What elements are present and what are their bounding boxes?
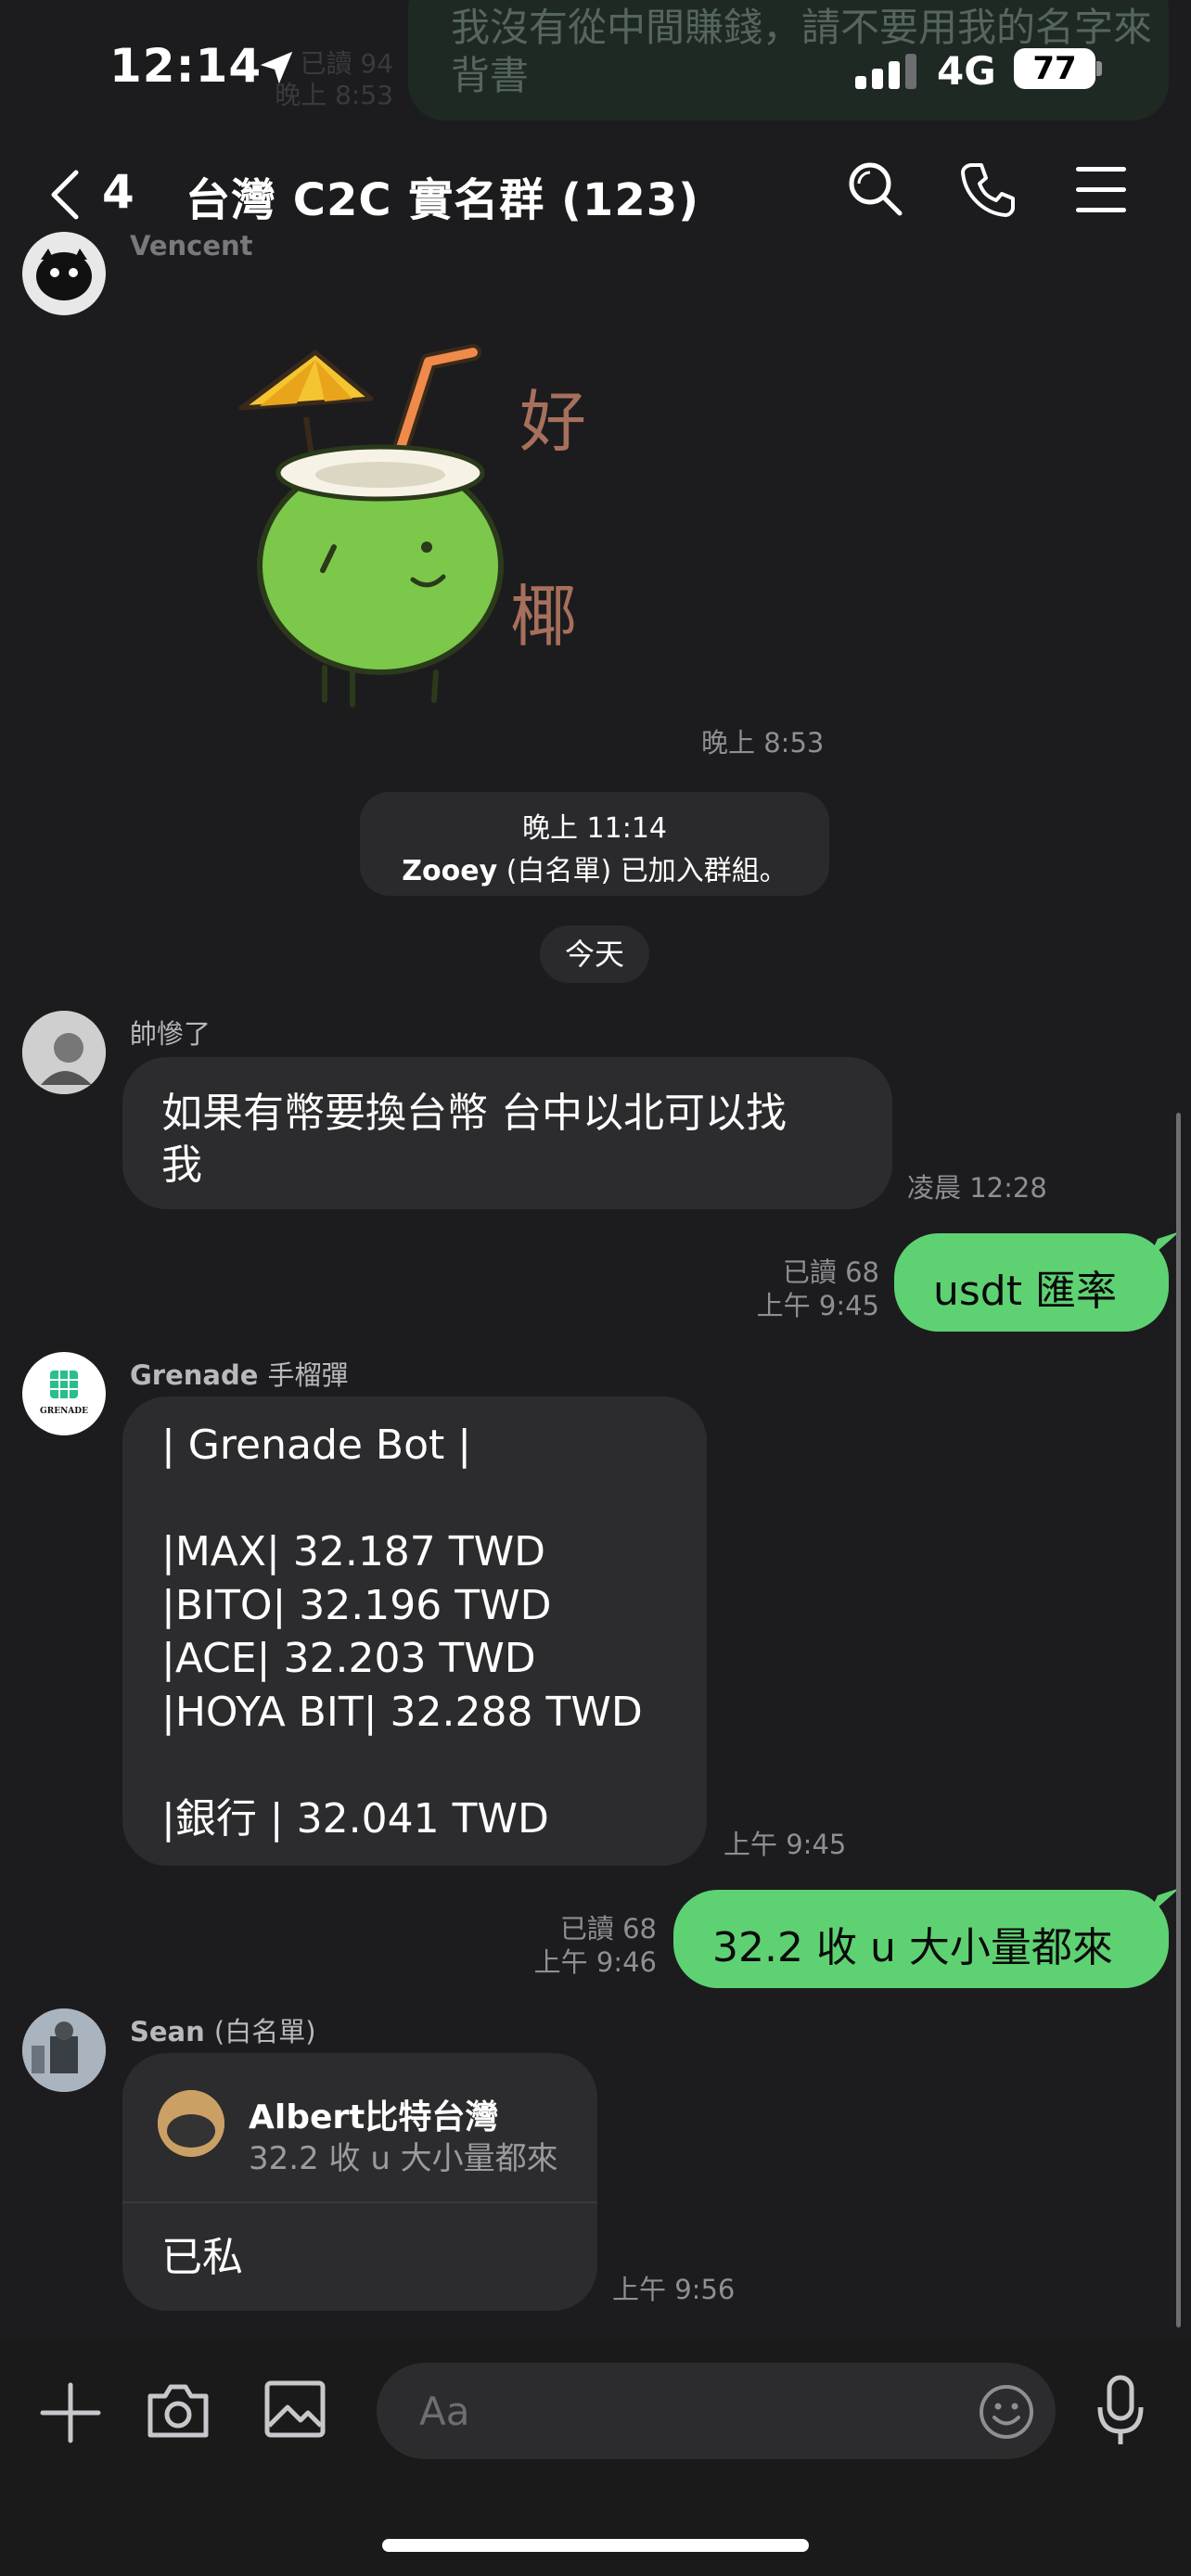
coconut-sticker[interactable]: 好 椰: [186, 334, 668, 723]
message-time: 上午 9:45: [724, 1829, 847, 1860]
message-text: usdt 匯率: [933, 1268, 1117, 1315]
message-time: 上午 9:56: [612, 2274, 736, 2305]
avatar[interactable]: [22, 2009, 106, 2092]
network-type: 4G: [937, 48, 996, 94]
reply-sender: Albert比特台灣: [249, 2098, 499, 2136]
battery-tip: [1096, 61, 1102, 76]
message-text: 32.2 收 u 大小量都來: [712, 1924, 1113, 1971]
bot-message-text: | Grenade Bot | |MAX| 32.187 TWD |BITO| …: [161, 1419, 643, 1845]
bot-line: [161, 1739, 643, 1792]
bubble-tail: [1148, 1888, 1180, 1916]
home-indicator[interactable]: [382, 2539, 809, 2552]
bot-line: [161, 1473, 643, 1526]
message-meta: 已讀 68 上午 9:45: [757, 1256, 879, 1322]
sender-name: 帥慘了: [130, 1018, 211, 1050]
message-text: 如果有幣要換台幣 台中以北可以找: [161, 1090, 787, 1137]
message-time: 晚上 8:53: [701, 727, 825, 759]
image-icon[interactable]: [262, 2376, 328, 2442]
reply-text: 32.2 收 u 大小量都來: [249, 2140, 558, 2177]
message-text: 我: [161, 1141, 202, 1189]
avatar[interactable]: [22, 1011, 106, 1094]
bot-line: |HOYA BIT| 32.288 TWD: [161, 1688, 643, 1736]
avatar: [158, 2090, 224, 2157]
microphone-icon[interactable]: [1095, 2374, 1146, 2448]
message-meta: 已讀 68 上午 9:46: [534, 1912, 657, 1979]
message-text: 已私: [161, 2234, 243, 2281]
read-status: 已讀 68: [559, 1913, 657, 1945]
system-user: Zooey: [402, 855, 498, 887]
message-bubble[interactable]: 如果有幣要換台幣 台中以北可以找 我: [122, 1057, 892, 1209]
message-time: 凌晨 12:28: [907, 1172, 1047, 1204]
unread-count[interactable]: 4: [102, 165, 134, 219]
system-user-tag: (白名單): [506, 855, 612, 887]
phone-icon[interactable]: [959, 159, 1018, 219]
status-time: 12:14: [109, 39, 263, 93]
sender-tag: 手榴彈: [267, 1359, 349, 1391]
bot-line: |ACE| 32.203 TWD: [161, 1635, 536, 1682]
system-message: 晚上 11:14 Zooey (白名單) 已加入群組。: [360, 792, 829, 896]
bot-line: | Grenade Bot |: [161, 1422, 472, 1469]
sender-name-text: Grenade: [130, 1359, 259, 1391]
plus-icon[interactable]: [37, 2379, 104, 2446]
bot-line: |BITO| 32.196 TWD: [161, 1581, 552, 1629]
scrollbar[interactable]: [1176, 1113, 1181, 2327]
avatar-label: GRENADE: [40, 1407, 88, 1416]
battery-icon: 77: [1014, 48, 1095, 89]
message-time: 上午 9:46: [533, 1946, 657, 1978]
sticker-text: 椰: [510, 578, 577, 656]
sender-name: Grenade 手榴彈: [130, 1354, 349, 1393]
sender-name: Sean (白名單): [130, 2010, 316, 2049]
emoji-icon[interactable]: [978, 2383, 1035, 2441]
cellular-signal-icon: [855, 52, 920, 89]
message-bubble[interactable]: Albert比特台灣 32.2 收 u 大小量都來 已私: [122, 2053, 597, 2311]
chat-title[interactable]: 台灣 C2C 實名群 (123): [186, 163, 699, 228]
bubble-tail: [1148, 1231, 1180, 1259]
sender-name: Vencent: [130, 230, 253, 261]
avatar[interactable]: GRENADE: [22, 1352, 106, 1435]
message-bubble[interactable]: | Grenade Bot | |MAX| 32.187 TWD |BITO| …: [122, 1396, 707, 1866]
message-bubble[interactable]: usdt 匯率: [894, 1233, 1169, 1332]
bot-line: |MAX| 32.187 TWD: [161, 1528, 546, 1575]
location-arrow-icon: [260, 51, 293, 84]
sender-name-text: Sean: [130, 2016, 205, 2047]
sender-tag: (白名單): [213, 2016, 316, 2047]
message-time: 上午 9:45: [756, 1290, 879, 1321]
search-icon[interactable]: [846, 159, 905, 219]
reply-quote[interactable]: Albert比特台灣 32.2 收 u 大小量都來: [122, 2053, 597, 2203]
system-action: 已加入群組。: [620, 855, 788, 887]
message-bubble[interactable]: 32.2 收 u 大小量都來: [673, 1890, 1169, 1988]
sticker-text: 好: [519, 383, 586, 461]
message-input[interactable]: [377, 2363, 1056, 2459]
hamburger-menu-icon[interactable]: [1076, 167, 1126, 213]
bot-line: |銀行 | 32.041 TWD: [161, 1794, 549, 1843]
read-status: 已讀 68: [782, 1256, 879, 1288]
system-message-time: 晚上 11:14: [522, 812, 667, 845]
system-message-text: Zooey (白名單) 已加入群組。: [360, 848, 829, 888]
date-divider: 今天: [540, 925, 649, 983]
camera-icon[interactable]: [145, 2378, 211, 2444]
avatar[interactable]: [22, 232, 106, 315]
